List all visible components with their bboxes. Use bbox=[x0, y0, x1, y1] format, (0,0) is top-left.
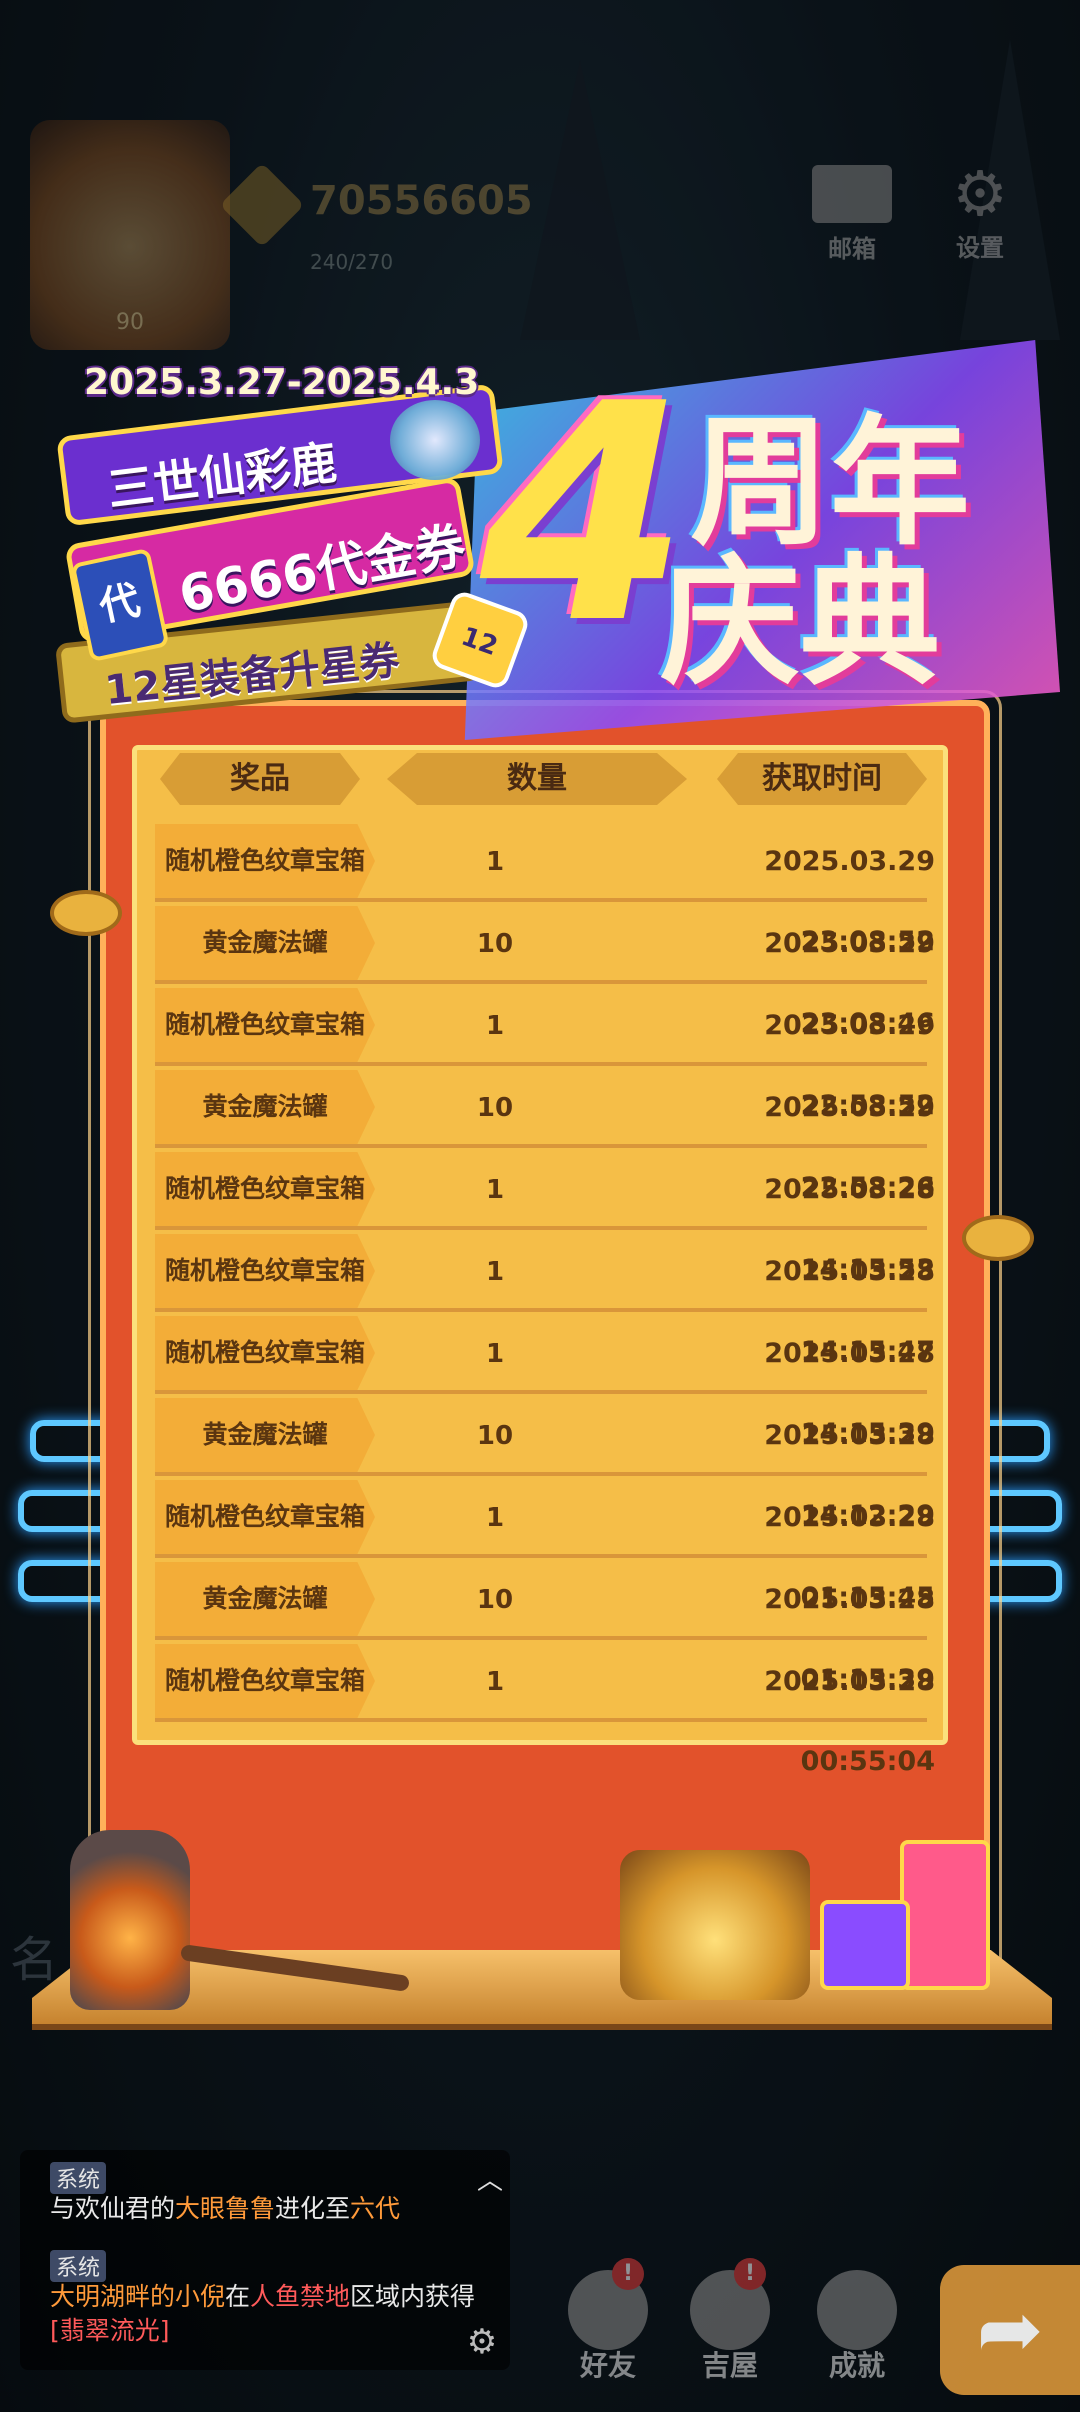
time-cell: 2025.03.28 01:15:45 bbox=[764, 1502, 935, 1613]
chat-loot-name: [翡翠流光] bbox=[50, 2316, 170, 2345]
table-row: 随机橙色纹章宝箱 1 2025.03.29 23:08:52 bbox=[155, 822, 935, 957]
table-row: 黄金魔法罐 10 2025.03.28 14:12:29 bbox=[155, 1396, 935, 1531]
chat-pet-name: 大眼鲁鲁 bbox=[175, 2194, 276, 2223]
prize-cell: 随机橙色纹章宝箱 bbox=[155, 1152, 375, 1226]
prize-cell: 随机橙色纹章宝箱 bbox=[155, 1644, 375, 1718]
time-cell: 2025.03.29 23:08:52 bbox=[764, 846, 935, 957]
table-row: 随机橙色纹章宝箱 1 2025.03.28 14:15:47 bbox=[155, 1232, 935, 1367]
time-cell: 2025.03.29 22:58:52 bbox=[764, 1010, 935, 1121]
header-time: 获取时间 bbox=[717, 753, 927, 805]
quantity-cell: 1 bbox=[485, 1257, 505, 1287]
chat-text: 与欢仙君的 bbox=[50, 2194, 176, 2223]
chat-area-name: 人鱼禁地 bbox=[250, 2282, 351, 2311]
header-prize: 奖品 bbox=[160, 753, 360, 805]
nav-achievements[interactable]: 成就 bbox=[797, 2270, 917, 2382]
lantern-icon bbox=[70, 1830, 190, 2010]
anniversary-word: 庆典 bbox=[660, 542, 941, 705]
table-row: 黄金魔法罐 10 2025.03.28 01:15:39 bbox=[155, 1560, 935, 1695]
chat-evolution-level: 六代 bbox=[350, 2194, 401, 2223]
prize-cell: 随机橙色纹章宝箱 bbox=[155, 988, 375, 1062]
gift-box-icon bbox=[820, 1900, 910, 1990]
chat-panel[interactable]: 系统 与欢仙君的大眼鲁鲁进化至六代 系统 大明湖畔的小倪在人鱼禁地区域内获得 [翡… bbox=[20, 2150, 510, 2370]
prize-cell: 黄金魔法罐 bbox=[155, 1070, 375, 1144]
quantity-cell: 10 bbox=[476, 1585, 514, 1615]
quantity-cell: 10 bbox=[476, 929, 514, 959]
nav-friends[interactable]: ! 好友 bbox=[548, 2258, 668, 2382]
time-cell: 2025.03.28 14:15:47 bbox=[764, 1256, 935, 1367]
nav-label: 吉屋 bbox=[701, 2349, 758, 2382]
coin-icon bbox=[962, 1215, 1034, 1261]
time-cell: 2025.03.28 14:12:29 bbox=[764, 1420, 935, 1531]
nav-label: 成就 bbox=[828, 2349, 885, 2382]
share-button[interactable]: ➦ bbox=[940, 2265, 1080, 2395]
quantity-cell: 1 bbox=[485, 1339, 505, 1369]
table-row: 随机橙色纹章宝箱 1 2025.03.29 22:58:52 bbox=[155, 986, 935, 1121]
share-arrow-icon: ➦ bbox=[976, 2283, 1044, 2376]
quantity-cell: 10 bbox=[476, 1421, 514, 1451]
time-cell: 2025.03.28 01:15:39 bbox=[764, 1584, 935, 1695]
anniversary-logo: 4 周年 庆典 bbox=[470, 340, 1060, 720]
coin-icon bbox=[50, 890, 122, 936]
prize-cell: 黄金魔法罐 bbox=[155, 1398, 375, 1472]
prize-cell: 随机橙色纹章宝箱 bbox=[155, 1480, 375, 1554]
table-row: 黄金魔法罐 10 2025.03.29 23:08:46 bbox=[155, 904, 935, 1039]
time-cell: 2025.03.28 14:15:53 bbox=[764, 1174, 935, 1285]
gift-boxes-icon bbox=[820, 1830, 1000, 2000]
chat-message: 与欢仙君的大眼鲁鲁进化至六代 bbox=[50, 2192, 490, 2226]
nav-house[interactable]: ! 吉屋 bbox=[670, 2258, 790, 2382]
chat-player-name: 大明湖畔的小倪 bbox=[50, 2282, 226, 2311]
alert-badge: ! bbox=[612, 2258, 644, 2290]
prize-cell: 黄金魔法罐 bbox=[155, 1562, 375, 1636]
alert-badge: ! bbox=[734, 2258, 766, 2290]
time-cell: 2025.03.28 14:15:39 bbox=[764, 1338, 935, 1449]
chat-settings-gear-icon[interactable]: ⚙ bbox=[462, 2322, 502, 2362]
table-row: 随机橙色纹章宝箱 1 2025.03.28 14:15:53 bbox=[155, 1150, 935, 1285]
quantity-cell: 1 bbox=[485, 1503, 505, 1533]
chat-tag-system: 系统 bbox=[50, 2250, 107, 2282]
chat-text: 进化至 bbox=[275, 2194, 351, 2223]
quantity-cell: 1 bbox=[485, 847, 505, 877]
quantity-cell: 1 bbox=[485, 1011, 505, 1041]
prize-cell: 黄金魔法罐 bbox=[155, 906, 375, 980]
prize-cell: 随机橙色纹章宝箱 bbox=[155, 824, 375, 898]
quantity-cell: 10 bbox=[476, 1093, 514, 1123]
time-cell: 2025.03.28 00:55:04 bbox=[764, 1666, 935, 1777]
header-quantity: 数量 bbox=[387, 753, 687, 805]
quantity-cell: 1 bbox=[485, 1175, 505, 1205]
chevron-up-icon[interactable]: ︿ bbox=[470, 2160, 510, 2196]
event-dates: 2025.3.27-2025.4.3 bbox=[84, 362, 480, 403]
table-row: 随机橙色纹章宝箱 1 2025.03.28 01:15:45 bbox=[155, 1478, 935, 1613]
chat-tag-system: 系统 bbox=[50, 2162, 107, 2194]
table-row: 随机橙色纹章宝箱 1 2025.03.28 14:15:39 bbox=[155, 1314, 935, 1449]
table-header: 奖品 数量 获取时间 bbox=[132, 748, 948, 813]
chat-message: 大明湖畔的小倪在人鱼禁地区域内获得 [翡翠流光] bbox=[50, 2280, 490, 2348]
trophy-icon bbox=[817, 2270, 897, 2350]
treasure-chest-icon bbox=[620, 1850, 810, 2000]
quantity-cell: 1 bbox=[485, 1667, 505, 1697]
chat-text: 在 bbox=[225, 2282, 251, 2311]
prize-cell: 随机橙色纹章宝箱 bbox=[155, 1316, 375, 1390]
time-cell: 2025.03.29 22:58:26 bbox=[764, 1092, 935, 1203]
time-cell: 2025.03.29 23:08:46 bbox=[764, 928, 935, 1039]
gift-box-icon bbox=[900, 1840, 990, 1990]
table-row: 黄金魔法罐 10 2025.03.29 22:58:26 bbox=[155, 1068, 935, 1203]
deer-mount-icon bbox=[390, 400, 480, 480]
table-row: 随机橙色纹章宝箱 1 2025.03.28 00:55:04 bbox=[155, 1642, 935, 1777]
prize-cell: 随机橙色纹章宝箱 bbox=[155, 1234, 375, 1308]
nav-label: 好友 bbox=[579, 2349, 636, 2382]
chat-text: 区域内获得 bbox=[350, 2282, 476, 2311]
